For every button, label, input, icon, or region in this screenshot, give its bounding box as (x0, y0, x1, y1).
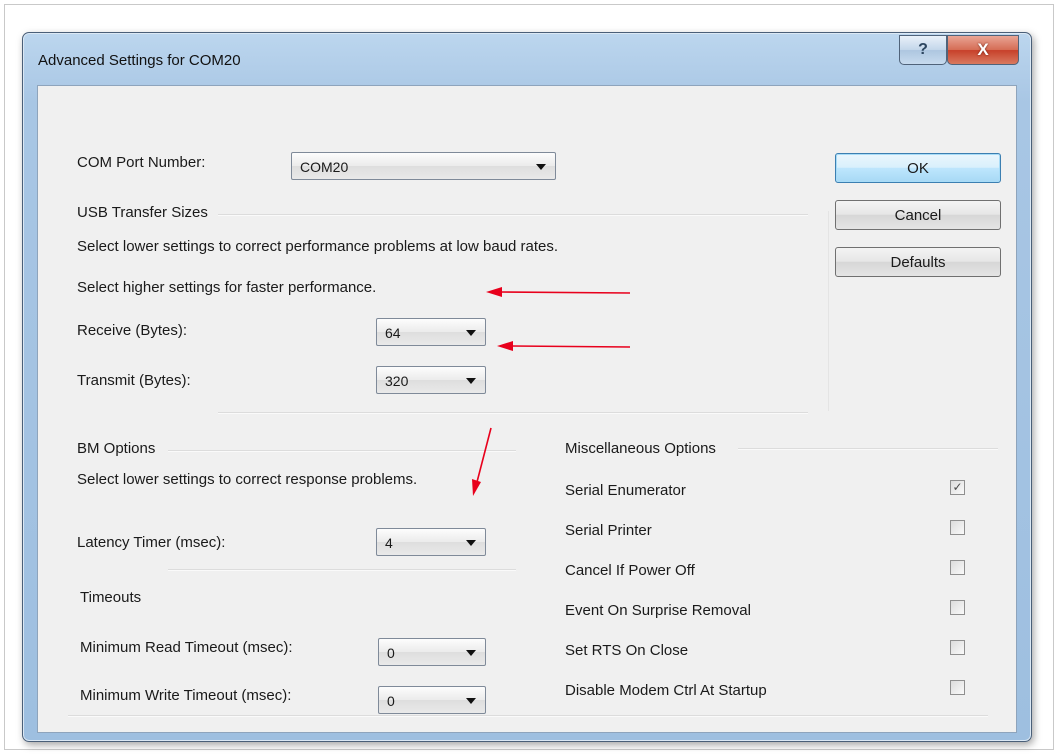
bm-options-desc: Select lower settings to correct respons… (77, 471, 418, 488)
transmit-bytes-value: 320 (385, 373, 409, 389)
min-write-timeout-select[interactable]: 0 (378, 686, 486, 714)
latency-timer-value: 4 (385, 535, 393, 551)
serial-printer-label: Serial Printer (565, 522, 652, 539)
bm-group-line (168, 450, 516, 452)
usb-group-bottom-line (218, 412, 808, 414)
usb-desc-lower: Select lower settings to correct perform… (77, 238, 559, 255)
chevron-down-icon (466, 650, 476, 656)
com-port-label: COM Port Number: (77, 154, 206, 171)
close-icon: X (977, 40, 989, 59)
cancel-button[interactable]: Cancel (835, 200, 1001, 230)
usb-desc-higher: Select higher settings for faster perfor… (77, 279, 377, 296)
latency-timer-select[interactable]: 4 (376, 528, 486, 556)
timeouts-group-line (168, 569, 516, 571)
usb-group-line (218, 214, 808, 216)
serial-enumerator-label: Serial Enumerator (565, 482, 686, 499)
com-port-value: COM20 (300, 159, 349, 175)
receive-bytes-value: 64 (385, 325, 401, 341)
disable-modem-ctrl-label: Disable Modem Ctrl At Startup (565, 682, 767, 699)
min-read-timeout-label: Minimum Read Timeout (msec): (80, 639, 293, 656)
serial-enumerator-checkbox[interactable]: ✓ (950, 480, 965, 495)
set-rts-on-close-label: Set RTS On Close (565, 642, 689, 659)
com-port-select[interactable]: COM20 (291, 152, 556, 180)
ok-button[interactable]: OK (835, 153, 1001, 183)
event-on-surprise-removal-label: Event On Surprise Removal (565, 602, 751, 619)
dialog-client-area: COM Port Number: COM20 USB Transfer Size… (37, 85, 1017, 733)
checkmark-icon: ✓ (952, 480, 963, 494)
dialog-window: Advanced Settings for COM20 ? X COM Port… (22, 32, 1032, 742)
close-button[interactable]: X (947, 35, 1019, 65)
disable-modem-ctrl-checkbox[interactable] (950, 680, 965, 695)
chevron-down-icon (466, 540, 476, 546)
bottom-group-line (68, 715, 988, 717)
window-title: Advanced Settings for COM20 (38, 52, 241, 69)
usb-transfer-heading: USB Transfer Sizes (77, 204, 208, 221)
cancel-if-power-off-label: Cancel If Power Off (565, 562, 695, 579)
transmit-bytes-select[interactable]: 320 (376, 366, 486, 394)
bm-options-heading: BM Options (77, 440, 156, 457)
receive-bytes-select[interactable]: 64 (376, 318, 486, 346)
misc-group-line (738, 448, 998, 450)
help-button[interactable]: ? (899, 35, 947, 65)
defaults-button[interactable]: Defaults (835, 247, 1001, 277)
help-icon: ? (918, 41, 928, 58)
receive-bytes-label: Receive (Bytes): (77, 322, 188, 339)
set-rts-on-close-checkbox[interactable] (950, 640, 965, 655)
serial-printer-checkbox[interactable] (950, 520, 965, 535)
min-read-timeout-select[interactable]: 0 (378, 638, 486, 666)
transmit-bytes-label: Transmit (Bytes): (77, 372, 191, 389)
usb-group-right-line (828, 211, 829, 411)
chevron-down-icon (536, 164, 546, 170)
min-read-timeout-value: 0 (387, 645, 395, 661)
min-write-timeout-value: 0 (387, 693, 395, 709)
cancel-if-power-off-checkbox[interactable] (950, 560, 965, 575)
misc-options-heading: Miscellaneous Options (565, 440, 716, 457)
chevron-down-icon (466, 378, 476, 384)
min-write-timeout-label: Minimum Write Timeout (msec): (80, 687, 292, 704)
chevron-down-icon (466, 330, 476, 336)
chevron-down-icon (466, 698, 476, 704)
latency-timer-label: Latency Timer (msec): (77, 534, 226, 551)
timeouts-heading: Timeouts (80, 589, 142, 606)
event-on-surprise-removal-checkbox[interactable] (950, 600, 965, 615)
